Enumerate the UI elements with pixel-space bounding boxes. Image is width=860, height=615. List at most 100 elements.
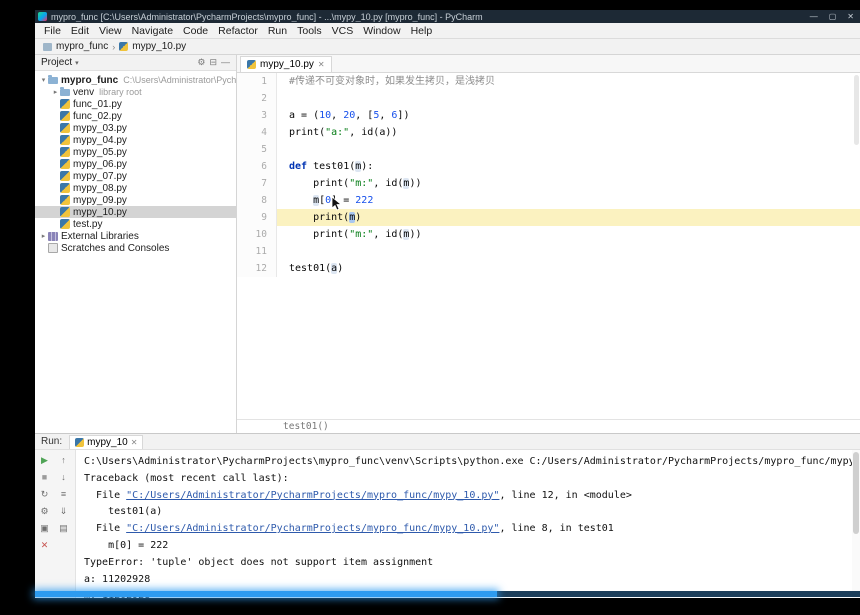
scrollbar-thumb[interactable] [853,452,859,534]
menu-window[interactable]: Window [358,25,405,37]
menu-help[interactable]: Help [406,25,438,37]
stop-icon[interactable]: ■ [38,471,51,484]
tree-item-external-libraries[interactable]: ▸ External Libraries [35,230,236,242]
menu-run[interactable]: Run [263,25,292,37]
tree-item-label: mypro_func [61,74,119,86]
menu-tools[interactable]: Tools [292,25,327,37]
console-line: Traceback (most recent call last): [84,472,289,484]
scroll-to-end-icon[interactable]: ⇓ [57,505,70,518]
tab-run-mypy_10[interactable]: mypy_10 ✕ [69,435,144,449]
chevron-down-icon[interactable]: ▾ [75,59,79,67]
tree-item-meta: library root [99,87,142,97]
tree-item-mypy-03-py[interactable]: mypy_03.py [35,122,236,134]
titlebar[interactable]: mypro_func [C:\Users\Administrator\Pycha… [35,10,860,23]
menu-file[interactable]: File [39,25,66,37]
editor-scrollbar[interactable] [854,75,859,145]
tree-item-mypro-func[interactable]: ▾ mypro_func C:\Users\Administrator\Pychar… [35,74,236,86]
line-number[interactable]: 12 [237,260,277,277]
tree-item-label: venv [73,86,95,98]
expand-arrow-icon[interactable]: ▸ [39,232,48,240]
code-line-10: 10 print("m:", id(m)) [237,226,860,243]
tree-item-mypy-07-py[interactable]: mypy_07.py [35,170,236,182]
breadcrumb-file[interactable]: mypy_10.py [132,41,186,52]
console-scrollbar[interactable] [852,450,860,598]
soft-wrap-icon[interactable]: ≡ [57,488,70,501]
close-button[interactable]: ✕ [847,12,854,21]
stack-trace-link[interactable]: "C:/Users/Administrator/PycharmProjects/… [126,523,499,534]
window-title: mypro_func [C:\Users\Administrator\Pycha… [51,11,483,22]
settings-gear-icon[interactable]: ⚙ [197,57,205,67]
tree-item-func-02-py[interactable]: func_02.py [35,110,236,122]
collapse-all-icon[interactable]: ⊟ [209,57,217,67]
line-number[interactable]: 10 [237,226,277,243]
code-text[interactable]: a = (10, 20, [5, 6]) [277,107,860,124]
line-number[interactable]: 8 [237,192,277,209]
breadcrumb-project[interactable]: mypro_func [56,41,108,52]
code-text[interactable]: def test01(m): [277,158,860,175]
expand-arrow-icon[interactable]: ▾ [39,76,48,84]
code-text[interactable] [277,90,860,107]
code-text[interactable]: #传递不可变对象时，如果发生拷贝，是浅拷贝 [277,73,860,90]
tree-item-mypy-06-py[interactable]: mypy_06.py [35,158,236,170]
line-number[interactable]: 11 [237,243,277,260]
close-tab-icon[interactable]: ✕ [318,60,325,69]
menu-navigate[interactable]: Navigate [127,25,178,37]
restart-icon[interactable]: ↻ [38,488,51,501]
hide-panel-icon[interactable]: — [221,57,230,67]
run-toolbar: ▶ ■ ↻ ⚙ ▣ ✕ ↑ ↓ ≡ ⇓ ▤ [35,450,76,598]
tree-item-venv[interactable]: ▸ venv library root [35,86,236,98]
close-icon[interactable]: ✕ [38,539,51,552]
line-number[interactable]: 7 [237,175,277,192]
line-number[interactable]: 4 [237,124,277,141]
menu-refactor[interactable]: Refactor [213,25,263,37]
run-tab-label: mypy_10 [87,437,128,448]
print-icon[interactable]: ▤ [57,522,70,535]
tree-item-mypy-09-py[interactable]: mypy_09.py [35,194,236,206]
stack-trace-link[interactable]: "C:/Users/Administrator/PycharmProjects/… [126,490,499,501]
down-stack-trace-icon[interactable]: ↓ [57,471,70,484]
line-number[interactable]: 3 [237,107,277,124]
settings-gear-icon[interactable]: ⚙ [38,505,51,518]
video-progress-bar[interactable] [35,591,860,597]
code-text[interactable]: print("a:", id(a)) [277,124,860,141]
tree-item-scratches-and-consoles[interactable]: Scratches and Consoles [35,242,236,254]
minimize-button[interactable]: — [810,12,818,21]
tree-item-test-py[interactable]: test.py [35,218,236,230]
tree-item-mypy-04-py[interactable]: mypy_04.py [35,134,236,146]
libraries-icon [48,231,58,241]
run-header: Run: mypy_10 ✕ [35,434,860,450]
code-text[interactable] [277,141,860,158]
code-text[interactable]: print("m:", id(m)) [277,175,860,192]
menu-edit[interactable]: Edit [66,25,94,37]
line-number[interactable]: 6 [237,158,277,175]
code-editor[interactable]: 1 #传递不可变对象时，如果发生拷贝，是浅拷贝 2 3 a = (10, 20, [5,… [237,73,860,419]
line-number[interactable]: 1 [237,73,277,90]
maximize-button[interactable]: ▢ [829,12,837,21]
project-panel-header: Project ▾ ⚙ ⊟ — [35,55,236,71]
code-text[interactable]: print("m:", id(m)) [277,226,860,243]
console-line: TypeError: 'tuple' object does not suppo… [84,556,434,568]
expand-arrow-icon[interactable]: ▸ [51,88,60,96]
menu-vcs[interactable]: VCS [327,25,359,37]
console-output[interactable]: C:\Users\Administrator\PycharmProjects\m… [76,450,852,598]
up-stack-trace-icon[interactable]: ↑ [57,454,70,467]
code-text[interactable]: test01(a) [277,260,860,277]
line-number[interactable]: 9 [237,209,277,226]
rerun-icon[interactable]: ▶ [38,454,51,467]
close-tab-icon[interactable]: ✕ [131,438,138,447]
tree-item-mypy-10-py[interactable]: mypy_10.py [35,206,236,218]
code-text[interactable]: m[0] = 222 [277,192,860,209]
menu-code[interactable]: Code [178,25,213,37]
tree-item-mypy-08-py[interactable]: mypy_08.py [35,182,236,194]
project-panel-title[interactable]: Project [41,57,72,68]
pin-icon[interactable]: ▣ [38,522,51,535]
line-number[interactable]: 5 [237,141,277,158]
line-number[interactable]: 2 [237,90,277,107]
main-area: Project ▾ ⚙ ⊟ — ▾ mypro_func C:\Users\Admini… [35,55,860,433]
menu-view[interactable]: View [94,25,127,37]
code-text[interactable] [277,243,860,260]
tab-mypy_10-py[interactable]: mypy_10.py ✕ [240,56,332,72]
tree-item-func-01-py[interactable]: func_01.py [35,98,236,110]
code-text[interactable]: print(m) [277,209,860,226]
tree-item-mypy-05-py[interactable]: mypy_05.py [35,146,236,158]
